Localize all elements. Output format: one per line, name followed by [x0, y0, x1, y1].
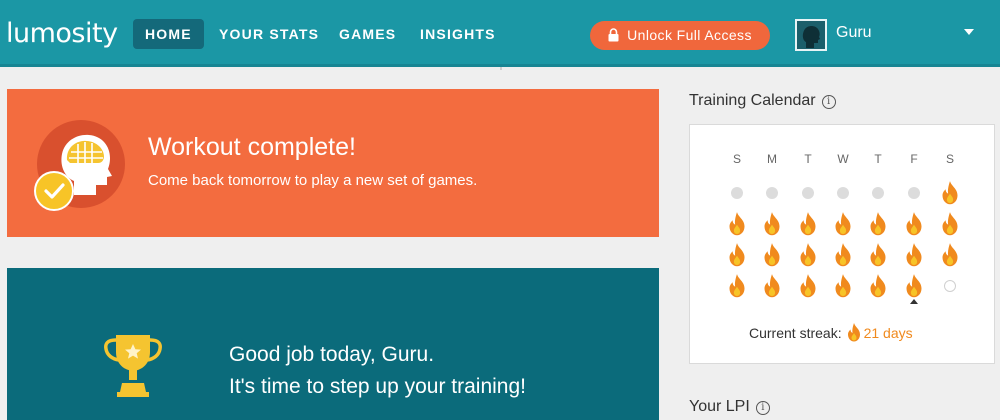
flame-icon [727, 243, 747, 271]
training-calendar: Current streak: 21 days S M T W T F S [689, 124, 995, 364]
flame-icon [833, 243, 853, 271]
empty-dot-icon [908, 187, 920, 199]
calendar-day-played [868, 243, 888, 267]
flame-icon [868, 274, 888, 302]
flame-icon [762, 274, 782, 302]
empty-dot-icon [766, 187, 778, 199]
training-message-line2: It's time to step up your training! [229, 375, 526, 398]
streak-label: Current streak: [749, 325, 842, 341]
unlock-full-access-button[interactable]: Unlock Full Access [590, 21, 770, 50]
calendar-day-played [727, 274, 747, 298]
calendar-day-missed [833, 181, 853, 205]
unlock-label: Unlock Full Access [627, 27, 752, 43]
flame-icon [940, 212, 960, 240]
calendar-day-played [904, 243, 924, 267]
flame-icon [868, 243, 888, 271]
flame-icon [904, 243, 924, 271]
calendar-day-header: S [732, 152, 741, 166]
calendar-day-played [798, 243, 818, 267]
calendar-day-played [833, 212, 853, 236]
empty-dot-icon [837, 187, 849, 199]
empty-dot-icon [872, 187, 884, 199]
nav-your-stats[interactable]: YOUR STATS [207, 19, 331, 49]
divider-mark [500, 67, 502, 70]
calendar-day-header: S [945, 152, 954, 166]
flame-icon [904, 212, 924, 240]
flame-icon [798, 243, 818, 271]
flame-icon [727, 212, 747, 240]
calendar-day-played [727, 212, 747, 236]
trophy-icon [104, 335, 162, 397]
calendar-day-missed [762, 181, 782, 205]
flame-icon [940, 243, 960, 271]
calendar-day-header: T [874, 152, 882, 166]
calendar-day-future [940, 274, 960, 298]
empty-ring-icon [944, 280, 956, 292]
flame-icon [762, 243, 782, 271]
calendar-day-played [833, 243, 853, 267]
nav-home[interactable]: HOME [133, 19, 204, 49]
flame-icon [798, 212, 818, 240]
calendar-day-played [798, 274, 818, 298]
flame-icon [868, 212, 888, 240]
calendar-day-today [904, 274, 924, 304]
info-icon[interactable]: i [755, 401, 770, 415]
calendar-day-played [940, 243, 960, 267]
workout-complete-card: Workout complete! Come back tomorrow to … [7, 89, 659, 237]
empty-dot-icon [802, 187, 814, 199]
info-icon[interactable]: i [821, 95, 836, 109]
calendar-day-played [762, 243, 782, 267]
calendar-day-played [727, 243, 747, 267]
calendar-day-played [833, 274, 853, 298]
streak-value: 21 days [863, 325, 913, 341]
calendar-day-missed [798, 181, 818, 205]
flame-icon [833, 274, 853, 302]
flame-icon [833, 212, 853, 240]
top-nav: lumosity HOME YOUR STATS GAMES INSIGHTS … [0, 0, 1000, 67]
user-silhouette-icon [802, 26, 820, 48]
training-message-line1: Good job today, Guru. [229, 343, 435, 366]
calendar-day-played [868, 212, 888, 236]
nav-games[interactable]: GAMES [327, 19, 408, 49]
calendar-day-played [940, 181, 960, 205]
today-marker-icon [910, 299, 918, 304]
lock-icon [608, 28, 619, 42]
user-name[interactable]: Guru [836, 24, 872, 42]
calendar-day-played [940, 212, 960, 236]
nav-insights[interactable]: INSIGHTS [408, 19, 508, 49]
flame-icon [762, 212, 782, 240]
user-menu-caret-icon[interactable] [964, 29, 974, 35]
training-calendar-heading: Training Calendar i [689, 92, 836, 110]
current-streak: Current streak: 21 days [749, 323, 913, 342]
calendar-day-played [868, 274, 888, 298]
your-lpi-title: Your LPI [689, 398, 750, 415]
your-lpi-heading: Your LPI i [689, 398, 770, 416]
calendar-day-missed [904, 181, 924, 205]
calendar-day-header: W [837, 152, 849, 166]
training-calendar-title: Training Calendar [689, 92, 816, 109]
avatar[interactable] [795, 19, 827, 51]
flame-icon [847, 323, 860, 342]
calendar-day-header: T [804, 152, 812, 166]
flame-icon [798, 274, 818, 302]
empty-dot-icon [731, 187, 743, 199]
calendar-day-played [904, 212, 924, 236]
workout-title: Workout complete! [148, 133, 356, 161]
flame-icon [727, 274, 747, 302]
calendar-day-played [762, 212, 782, 236]
lumosity-logo[interactable]: lumosity [6, 18, 118, 49]
calendar-day-played [762, 274, 782, 298]
workout-subtitle: Come back tomorrow to play a new set of … [148, 172, 478, 189]
calendar-day-header: F [910, 152, 918, 166]
checkmark-badge-icon [34, 171, 74, 211]
calendar-day-header: M [767, 152, 777, 166]
step-up-training-card[interactable]: Good job today, Guru. It's time to step … [7, 268, 659, 420]
flame-icon [940, 181, 960, 209]
calendar-day-missed [727, 181, 747, 205]
calendar-day-missed [868, 181, 888, 205]
calendar-day-played [798, 212, 818, 236]
